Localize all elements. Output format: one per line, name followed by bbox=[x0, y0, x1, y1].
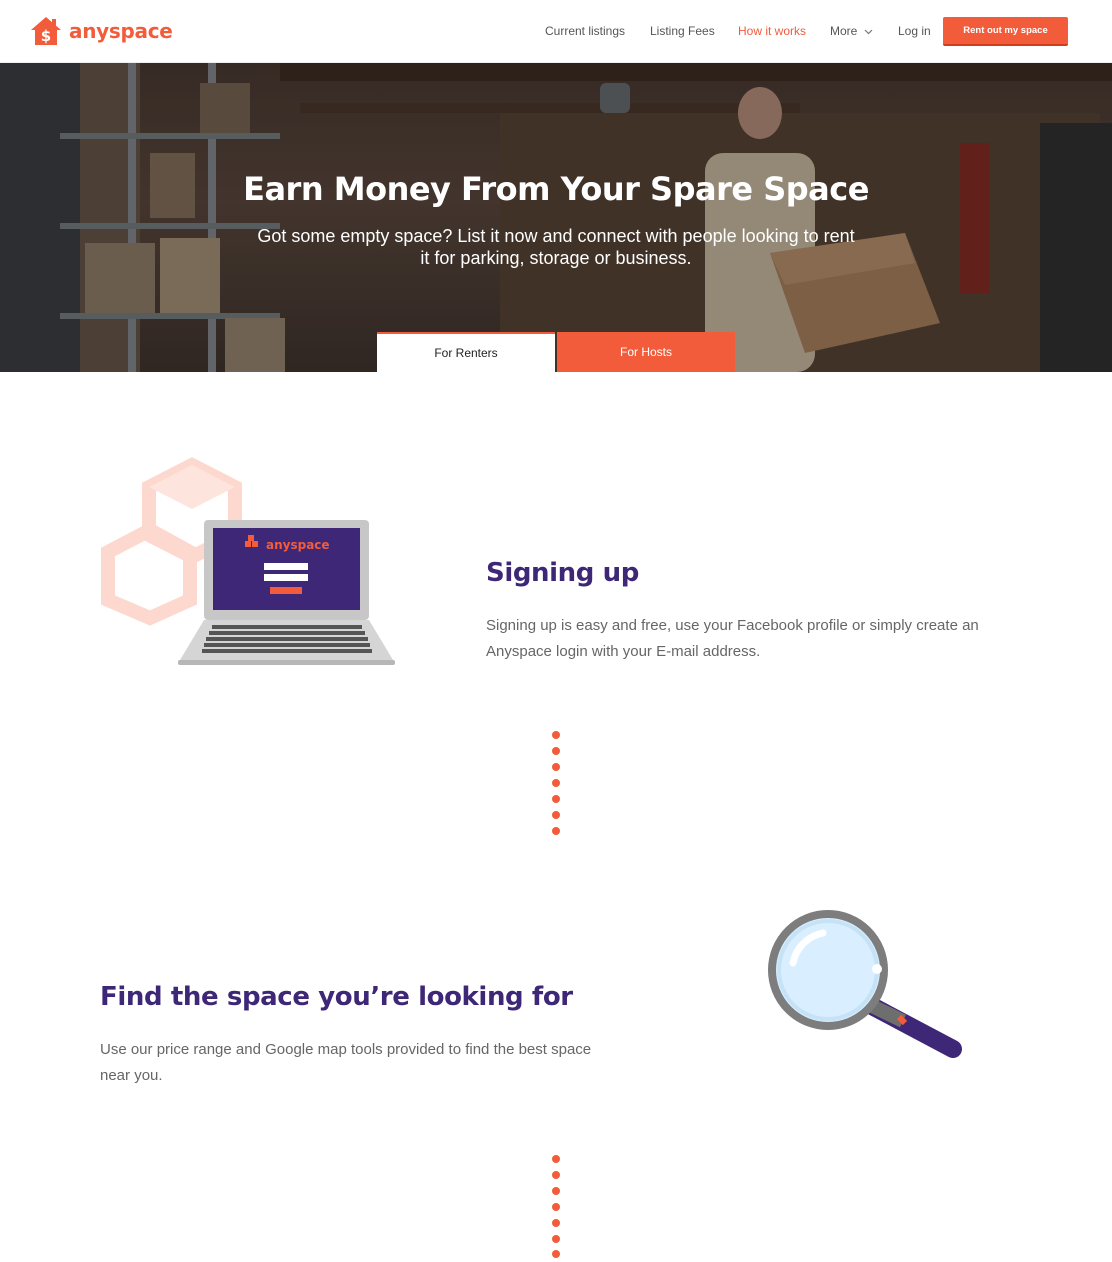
site-header: $ anyspace Current listings Listing Fees… bbox=[0, 0, 1112, 63]
connector-dot bbox=[552, 1187, 560, 1195]
connector-dot bbox=[552, 811, 560, 819]
step-text-find-space: Use our price range and Google map tools… bbox=[100, 1041, 592, 1084]
connector-dot bbox=[552, 747, 560, 755]
magnifying-glass-icon bbox=[768, 910, 962, 1058]
step-title-signing-up: Signing up bbox=[486, 558, 639, 588]
nav-more-label: More bbox=[830, 24, 858, 38]
tab-for-hosts[interactable]: For Hosts bbox=[557, 332, 735, 372]
nav-log-in[interactable]: Log in bbox=[898, 24, 931, 38]
nav-more[interactable]: More bbox=[830, 24, 873, 38]
laptop-logo-text: anyspace bbox=[266, 538, 330, 552]
hero-overlay bbox=[0, 63, 1112, 372]
connector-dot bbox=[552, 1203, 560, 1211]
connector-dot bbox=[552, 731, 560, 739]
hero-banner: Earn Money From Your Spare Space Got som… bbox=[0, 63, 1112, 372]
connector-dot bbox=[552, 1235, 560, 1243]
chevron-down-icon bbox=[864, 29, 873, 35]
connector-dot bbox=[552, 795, 560, 803]
rent-out-space-button[interactable]: Rent out my space bbox=[943, 17, 1068, 46]
nav-how-it-works[interactable]: How it works bbox=[738, 24, 806, 38]
nav-listing-fees[interactable]: Listing Fees bbox=[650, 24, 715, 38]
step-title-find-space: Find the space you’re looking for bbox=[100, 982, 573, 1012]
hero-title: Earn Money From Your Spare Space bbox=[243, 170, 869, 208]
connector-dot bbox=[552, 1250, 560, 1258]
connector-dot bbox=[552, 1155, 560, 1163]
tab-for-renters[interactable]: For Renters bbox=[377, 332, 555, 372]
connector-dot bbox=[552, 827, 560, 835]
connector-dot bbox=[552, 1171, 560, 1179]
nav-current-listings[interactable]: Current listings bbox=[545, 24, 625, 38]
connector-dot bbox=[552, 763, 560, 771]
laptop-signup-illustration: anyspace bbox=[101, 457, 395, 665]
step-text-signing-up: Signing up is easy and free, use your Fa… bbox=[486, 617, 979, 660]
hero-subtitle: Got some empty space? List it now and co… bbox=[257, 226, 855, 268]
connector-dot bbox=[552, 779, 560, 787]
connector-dot bbox=[552, 1219, 560, 1227]
